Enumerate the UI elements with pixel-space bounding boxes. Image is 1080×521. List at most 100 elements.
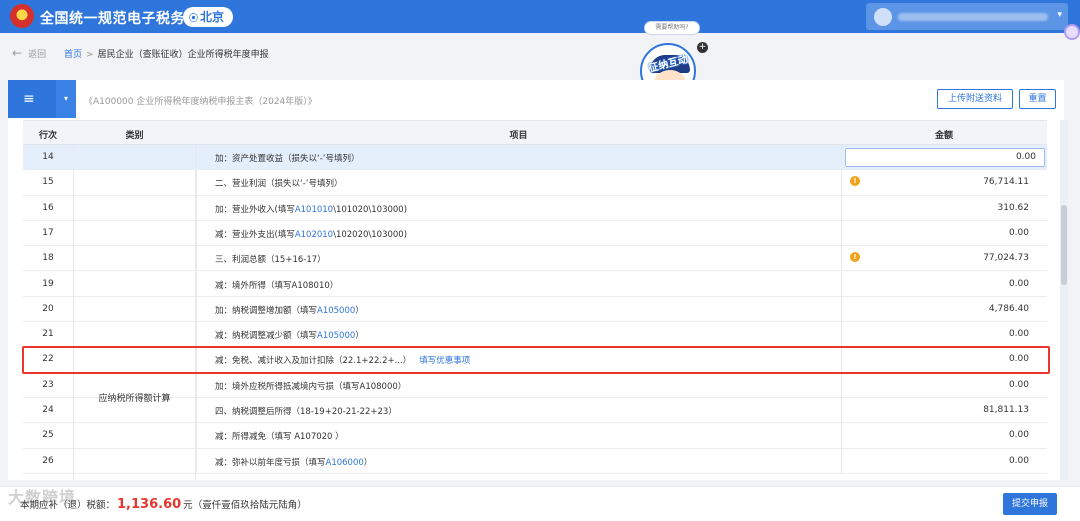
row-item-text: 加：营业外收入(填写 xyxy=(215,204,295,215)
schedule-link[interactable]: A105000 xyxy=(317,306,355,316)
row-item: 加：资产处置收益（损失以‘-’号填列） xyxy=(196,145,841,170)
row-amount: ! 76,714.11 xyxy=(841,170,1047,196)
row-item-text: 减：免税、减计收入及加计扣除（22.1+22.2+...） xyxy=(215,356,412,367)
row-item-suffix: ） xyxy=(363,457,373,468)
row-item: 加：境外应税所得抵减境内亏损（填写A108000） xyxy=(196,372,841,398)
schedule-link[interactable]: A102010 xyxy=(295,230,333,240)
scrollbar-track[interactable] xyxy=(1060,120,1068,480)
location-pin-icon: ⦿ xyxy=(189,14,199,24)
amount-value: 0.00 xyxy=(1008,379,1029,390)
region-label: 北京 xyxy=(200,10,225,24)
row-number: 17 xyxy=(42,227,54,238)
row-item-text: 加：境外应税所得抵减境内亏损（填写A108000） xyxy=(215,381,407,392)
breadcrumb-current: 居民企业（查账征收）企业所得税年度申报 xyxy=(97,50,269,60)
amount-value: 0.00 xyxy=(1008,354,1029,365)
row-item-text: 四、纳税调整后所得（18-19+20-21-22+23） xyxy=(215,407,397,417)
amount-value: 77,024.73 xyxy=(983,253,1029,264)
row-item: 三、利润总额（15+16-17） xyxy=(196,246,841,272)
row-number: 26 xyxy=(42,455,54,466)
row-item-suffix: ） xyxy=(355,305,364,316)
chevron-down-icon: ▾ xyxy=(1057,10,1062,20)
form-title: 《A100000 企业所得税年度纳税申报主表（2024年版）》 xyxy=(84,97,317,107)
tax-due-in-words: （壹仟壹佰玖拾陆元陆角） xyxy=(192,500,307,511)
row-item: 二、营业利润（损失以‘-’号填列） xyxy=(196,170,841,196)
row-amount: 0.00 xyxy=(841,448,1047,474)
fill-preferential-items-link[interactable]: 填写优惠事项 xyxy=(419,356,470,366)
table-header: 行次 类别 项目 金额 xyxy=(23,120,1047,145)
amount-value: 0.00 xyxy=(1008,278,1029,289)
amount-value: 0.00 xyxy=(1008,455,1029,466)
row-amount: 0.00 xyxy=(841,347,1047,373)
category-label: 应纳税所得额计算 xyxy=(98,394,171,404)
col-header-item: 项目 xyxy=(509,131,528,141)
amount-value: 81,811.13 xyxy=(983,405,1029,415)
avatar xyxy=(874,8,892,26)
back-button[interactable]: ← 返回 xyxy=(12,46,46,60)
row-item-text: 减：所得减免（填写 A107020 ） xyxy=(215,432,344,443)
form-card: ≡ ▾ 《A100000 企业所得税年度纳税申报主表（2024年版）》 上传附送… xyxy=(8,80,1064,480)
upload-attachments-button[interactable]: 上传附送资料 xyxy=(937,89,1013,109)
schedule-link[interactable]: A105000 xyxy=(317,331,355,341)
menu-dropdown-icon[interactable]: ▾ xyxy=(56,80,76,118)
row-number: 20 xyxy=(42,303,54,314)
row-item-suffix: ） xyxy=(355,331,364,342)
breadcrumb-bar: ← 返回 首页 > 居民企业（查账征收）企业所得税年度申报 xyxy=(0,38,1080,64)
row-item-text: 加：纳税调整增加额（填写 xyxy=(215,305,318,316)
row-number: 24 xyxy=(42,405,54,415)
reset-button[interactable]: 重置 xyxy=(1019,89,1056,109)
row-amount: ! 77,024.73 xyxy=(841,246,1047,272)
row-number: 25 xyxy=(42,430,54,441)
submit-declaration-button[interactable]: 提交申报 xyxy=(1003,493,1057,515)
top-header: 全国统一规范电子税务局 ⦿ 北京 ▾ xyxy=(0,0,1080,33)
breadcrumb-home[interactable]: 首页 xyxy=(64,50,82,60)
menu-icon[interactable]: ≡ xyxy=(8,80,56,118)
row-item-text: 三、利润总额（15+16-17） xyxy=(215,255,326,266)
tax-due-unit: 元 xyxy=(183,500,193,511)
amount-value: 76,714.11 xyxy=(983,177,1029,188)
amount-input[interactable]: 0.00 xyxy=(845,148,1045,167)
row-amount: 0.00 xyxy=(841,423,1047,449)
back-label: 返回 xyxy=(28,50,47,60)
row-item: 加：纳税调整增加额（填写A105000） xyxy=(196,296,841,322)
schedule-link[interactable]: A106000 xyxy=(326,458,364,468)
schedule-link[interactable]: A101010 xyxy=(295,205,333,215)
row-amount: 310.62 xyxy=(841,195,1047,221)
user-menu[interactable]: ▾ xyxy=(866,3,1068,30)
row-item: 减：营业外支出(填写A102010\102020\103000) xyxy=(196,220,841,246)
arrow-left-icon: ← xyxy=(12,46,23,60)
row-item: 减：纳税调整减少额（填写A105000） xyxy=(196,322,841,348)
amount-value: 4,786.40 xyxy=(988,303,1029,314)
plus-icon[interactable]: + xyxy=(697,42,708,53)
row-number: 18 xyxy=(42,253,54,264)
row-item-text: 减：营业外支出(填写 xyxy=(215,229,295,240)
row-item-text: 加：资产处置收益（损失以‘-’号填列） xyxy=(215,154,360,164)
row-item: 减：境外所得（填写A108010） xyxy=(196,271,841,297)
row-amount: 0.00 xyxy=(841,372,1047,398)
row-item-text: 二、营业利润（损失以‘-’号填列） xyxy=(215,179,343,190)
tax-due-amount: 1,136.60 xyxy=(117,497,182,512)
row-amount: 0.00 xyxy=(841,271,1047,297)
col-header-amount: 金额 xyxy=(934,131,953,141)
row-item-text: 减：境外所得（填写A108010） xyxy=(215,280,339,291)
amount-value: 0.00 xyxy=(1008,227,1029,238)
row-amount: 4,786.40 xyxy=(841,296,1047,322)
row-item: 减：所得减免（填写 A107020 ） xyxy=(196,423,841,449)
col-header-category: 类别 xyxy=(125,131,144,141)
row-number: 16 xyxy=(42,202,54,213)
tax-emblem-icon xyxy=(10,4,34,28)
scrollbar-thumb[interactable] xyxy=(1061,205,1067,285)
row-number: 14 xyxy=(42,152,54,162)
amount-value: 0.00 xyxy=(1008,329,1029,340)
row-item-suffix: \101020\103000) xyxy=(333,204,408,215)
footer-bar: 本期应补（退）税额： 1,136.60 元（壹仟壹佰玖拾陆元陆角） 提交申报 xyxy=(0,486,1080,521)
help-bubble[interactable]: 需要帮助吗? xyxy=(644,21,700,35)
row-amount: 0.00 xyxy=(841,220,1047,246)
row-item: 减：免税、减计收入及加计扣除（22.1+22.2+...） 填写优惠事项 xyxy=(196,347,841,373)
row-item: 减：弥补以前年度亏损（填写A106000） xyxy=(196,448,841,474)
row-amount: 81,811.13 xyxy=(841,398,1047,423)
warning-icon[interactable]: ! xyxy=(850,176,860,187)
row-number: 21 xyxy=(42,329,54,340)
warning-icon[interactable]: ! xyxy=(850,252,860,263)
row-item: 加：营业外收入(填写A101010\101020\103000) xyxy=(196,195,841,221)
region-selector[interactable]: ⦿ 北京 xyxy=(183,7,233,27)
